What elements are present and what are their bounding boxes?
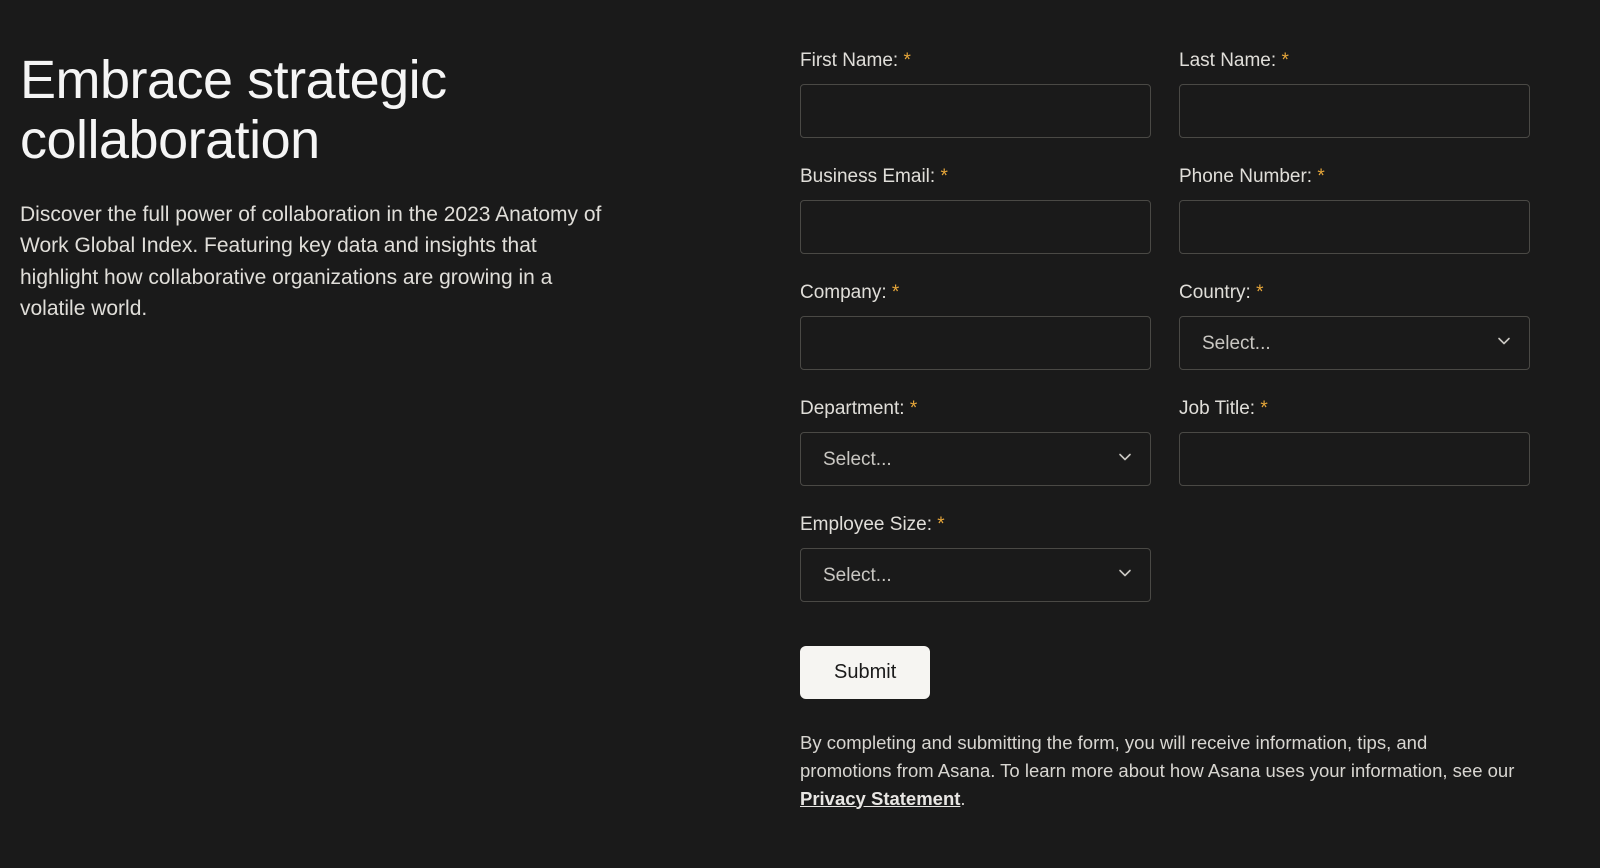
employee-size-select-wrap: Select... bbox=[800, 548, 1151, 602]
business-email-input[interactable] bbox=[800, 200, 1151, 254]
submit-row: Submit bbox=[800, 646, 1530, 699]
consent-prefix: By completing and submitting the form, y… bbox=[800, 732, 1514, 781]
field-job-title: Job Title: * bbox=[1179, 398, 1530, 486]
consent-text: By completing and submitting the form, y… bbox=[800, 729, 1520, 812]
required-marker: * bbox=[1260, 398, 1267, 419]
required-marker: * bbox=[1256, 282, 1263, 303]
required-marker: * bbox=[1317, 166, 1324, 187]
required-marker: * bbox=[903, 50, 910, 71]
field-country: Country: * Select... bbox=[1179, 282, 1530, 370]
department-select-wrap: Select... bbox=[800, 432, 1151, 486]
field-last-name: Last Name: * bbox=[1179, 50, 1530, 138]
required-marker: * bbox=[910, 398, 917, 419]
label-text: Last Name: bbox=[1179, 50, 1276, 71]
first-name-input[interactable] bbox=[800, 84, 1151, 138]
field-business-email: Business Email: * bbox=[800, 166, 1151, 254]
employee-size-select[interactable]: Select... bbox=[800, 548, 1151, 602]
label-text: Business Email: bbox=[800, 166, 935, 187]
page-root: Embrace strategic collaboration Discover… bbox=[0, 0, 1600, 868]
label-phone-number: Phone Number: * bbox=[1179, 166, 1530, 188]
field-company: Company: * bbox=[800, 282, 1151, 370]
label-text: Employee Size: bbox=[800, 514, 932, 535]
field-department: Department: * Select... bbox=[800, 398, 1151, 486]
submit-button[interactable]: Submit bbox=[800, 646, 930, 699]
country-select-wrap: Select... bbox=[1179, 316, 1530, 370]
page-subtitle: Discover the full power of collaboration… bbox=[20, 199, 620, 325]
hero-section: Embrace strategic collaboration Discover… bbox=[20, 50, 670, 848]
label-text: Job Title: bbox=[1179, 398, 1255, 419]
label-business-email: Business Email: * bbox=[800, 166, 1151, 188]
job-title-input[interactable] bbox=[1179, 432, 1530, 486]
label-text: Country: bbox=[1179, 282, 1251, 303]
department-select[interactable]: Select... bbox=[800, 432, 1151, 486]
privacy-statement-link[interactable]: Privacy Statement bbox=[800, 788, 960, 809]
form-section: First Name: * Last Name: * Business Emai… bbox=[670, 50, 1580, 848]
country-select[interactable]: Select... bbox=[1179, 316, 1530, 370]
field-phone-number: Phone Number: * bbox=[1179, 166, 1530, 254]
field-employee-size: Employee Size: * Select... bbox=[800, 514, 1151, 602]
label-first-name: First Name: * bbox=[800, 50, 1151, 72]
required-marker: * bbox=[892, 282, 899, 303]
label-text: Department: bbox=[800, 398, 905, 419]
label-country: Country: * bbox=[1179, 282, 1530, 304]
label-text: Company: bbox=[800, 282, 887, 303]
required-marker: * bbox=[1281, 50, 1288, 71]
label-department: Department: * bbox=[800, 398, 1151, 420]
last-name-input[interactable] bbox=[1179, 84, 1530, 138]
required-marker: * bbox=[940, 166, 947, 187]
field-first-name: First Name: * bbox=[800, 50, 1151, 138]
consent-suffix: . bbox=[960, 788, 965, 809]
label-job-title: Job Title: * bbox=[1179, 398, 1530, 420]
label-text: Phone Number: bbox=[1179, 166, 1312, 187]
label-company: Company: * bbox=[800, 282, 1151, 304]
form-grid: First Name: * Last Name: * Business Emai… bbox=[800, 50, 1530, 602]
label-employee-size: Employee Size: * bbox=[800, 514, 1151, 536]
phone-number-input[interactable] bbox=[1179, 200, 1530, 254]
label-last-name: Last Name: * bbox=[1179, 50, 1530, 72]
company-input[interactable] bbox=[800, 316, 1151, 370]
label-text: First Name: bbox=[800, 50, 898, 71]
page-title: Embrace strategic collaboration bbox=[20, 50, 620, 171]
required-marker: * bbox=[937, 514, 944, 535]
